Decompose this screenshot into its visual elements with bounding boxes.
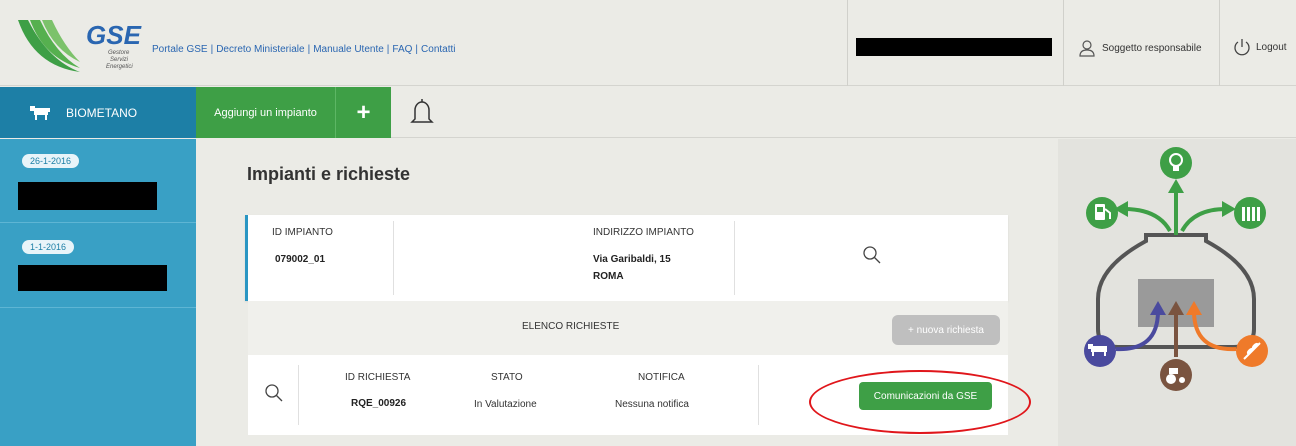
card-divider (734, 221, 735, 295)
plus-icon: + (356, 98, 371, 126)
card-divider (393, 221, 394, 295)
redacted-block (18, 265, 167, 291)
biomethane-diagram (1058, 139, 1296, 446)
link-contatti[interactable]: Contatti (421, 44, 455, 55)
user-label: Soggetto responsabile (1102, 42, 1202, 54)
link-separator: | (307, 44, 311, 55)
link-manuale-utente[interactable]: Manuale Utente (313, 44, 384, 55)
nav-biometano-label: BIOMETANO (66, 105, 138, 120)
search-plant-icon[interactable] (862, 245, 882, 265)
request-id-label: ID RICHIESTA (345, 372, 411, 383)
plant-address-line1: Via Garibaldi, 15 (593, 254, 671, 265)
logo-text: GSE (86, 20, 142, 50)
user-button[interactable]: Soggetto responsabile (1078, 38, 1202, 58)
request-notification-label: NOTIFICA (638, 372, 685, 383)
header-divider (1063, 0, 1064, 86)
requests-list-label: ELENCO RICHIESTE (522, 321, 620, 332)
header-divider (847, 0, 848, 86)
link-separator: | (386, 44, 390, 55)
user-icon (1079, 40, 1095, 57)
redacted-block (18, 182, 157, 210)
link-decreto-ministeriale[interactable]: Decreto Ministeriale (216, 44, 304, 55)
sidebar-item[interactable]: 26-1-2016 (0, 139, 196, 223)
request-notification-value: Nessuna notifica (615, 399, 689, 410)
sidebar: 26-1-2016 1-1-2016 (0, 139, 196, 446)
nav-biometano[interactable]: BIOMETANO (0, 87, 196, 138)
link-separator: | (210, 44, 214, 55)
header-divider (1219, 0, 1220, 86)
link-separator: | (415, 44, 419, 55)
highlight-ellipse (809, 370, 1031, 434)
top-links: Portale GSE | Decreto Ministeriale | Manuale… (152, 44, 456, 55)
top-header: GSE Gestore Servizi Energetici Portale G… (0, 0, 1296, 86)
add-plant-button[interactable]: Aggiungi un impianto (196, 87, 335, 138)
new-request-label: + nuova richiesta (908, 324, 984, 336)
plant-address-label: INDIRIZZO IMPIANTO (593, 227, 694, 238)
sidebar-item[interactable]: 1-1-2016 (0, 224, 196, 308)
sidebar-date-badge: 26-1-2016 (22, 154, 80, 168)
power-icon (1234, 39, 1250, 56)
request-status-label: STATO (491, 372, 523, 383)
row-divider (298, 365, 299, 425)
plant-address-line2: ROMA (593, 271, 624, 282)
redacted-block (856, 38, 1052, 56)
sidebar-date-badge: 1-1-2016 (22, 240, 75, 254)
lightbulb-icon (1160, 147, 1192, 179)
add-plant-plus-button[interactable]: + (335, 87, 391, 138)
row-divider (758, 365, 759, 425)
search-request-icon[interactable] (264, 383, 284, 403)
cow-icon (30, 105, 50, 120)
add-plant-label: Aggiungi un impianto (214, 106, 317, 119)
logout-button[interactable]: Logout (1232, 36, 1287, 58)
tractor-icon (1160, 359, 1192, 391)
nav-bar: BIOMETANO Aggiungi un impianto + (0, 87, 1296, 138)
new-request-button[interactable]: + nuova richiesta (892, 315, 1000, 345)
gse-logo[interactable]: GSE Gestore Servizi Energetici (14, 14, 144, 76)
link-faq[interactable]: FAQ (392, 44, 412, 55)
plant-id-value: 079002_01 (275, 254, 326, 265)
request-status-value: In Valutazione (474, 399, 537, 410)
bell-icon[interactable] (408, 97, 436, 127)
plant-card: ID IMPIANTO 079002_01 INDIRIZZO IMPIANTO… (245, 215, 1008, 301)
page-title: Impianti e richieste (247, 164, 411, 184)
link-portale-gse[interactable]: Portale GSE (152, 44, 208, 55)
plant-id-label: ID IMPIANTO (272, 227, 333, 238)
logo-subtext-2: Servizi (110, 57, 129, 63)
logo-subtext-1: Gestore (108, 50, 130, 56)
request-id-value: RQE_00926 (351, 398, 407, 409)
logout-label: Logout (1256, 41, 1287, 53)
logo-subtext-3: Energetici (106, 64, 133, 70)
